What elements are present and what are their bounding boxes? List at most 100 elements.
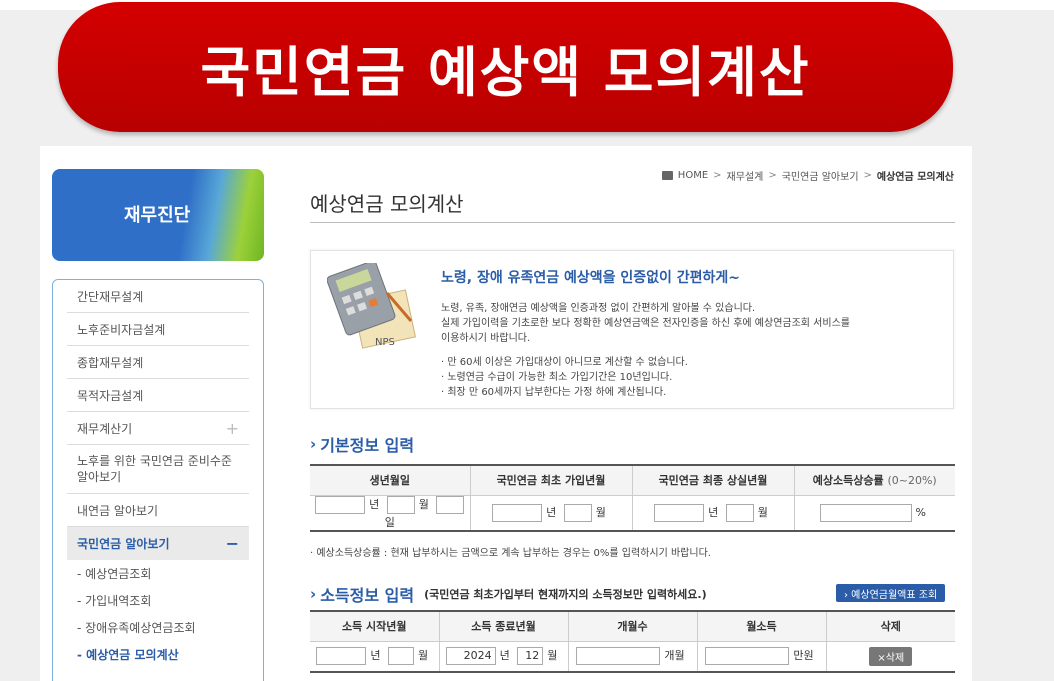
- sidebar-item-label: 노후를 위한 국민연금 준비수준 알아보기: [77, 454, 232, 484]
- sidebar-item-label: 재무계산기: [77, 421, 133, 436]
- first-join-year-input[interactable]: [492, 503, 543, 522]
- birth-year-input[interactable]: [315, 495, 366, 514]
- basic-heading-text: 기본정보 입력: [320, 436, 415, 455]
- arrow-right-icon: ›: [310, 585, 317, 603]
- birth-day-input[interactable]: [436, 495, 465, 514]
- sidebar-subitem-simulation[interactable]: - 예상연금 모의계산: [67, 641, 249, 668]
- nps-label: NPS: [375, 337, 395, 348]
- income-rate-cell: %: [793, 495, 955, 531]
- sidebar-header: 재무진단: [52, 169, 264, 261]
- income-end-year-input[interactable]: 2024: [445, 647, 496, 666]
- pension-table-button[interactable]: › 예상연금월액표 조회: [836, 584, 946, 602]
- income-end-month-input[interactable]: 12: [517, 647, 544, 666]
- delete-button[interactable]: ×삭제: [869, 646, 913, 666]
- sidebar-subitem-label: - 가입내역조회: [77, 594, 152, 608]
- income-start-cell: 년 월: [310, 641, 439, 672]
- unit-months: 개월: [664, 649, 685, 663]
- info-line2: 실제 가입이력을 기초로한 보다 정확한 예상연금액은 전자인증을 하신 후에 …: [441, 318, 850, 329]
- th-income-start: 소득 시작년월: [310, 611, 439, 642]
- months-cell: 개월: [567, 641, 697, 672]
- income-subheading: (국민연금 최초가입부터 현재까지의 소득정보만 입력하세요.): [424, 588, 707, 601]
- th-last-loss-text: 국민연금 최종 상실년월: [658, 474, 768, 488]
- breadcrumb-separator: >: [768, 170, 777, 181]
- months-input[interactable]: [576, 647, 661, 666]
- sidebar-subitem-expected-pension[interactable]: - 예상연금조회: [67, 560, 249, 587]
- title-banner: 국민연금 예상액 모의계산: [58, 2, 953, 132]
- sidebar-subitem-label: - 예상연금조회: [77, 567, 152, 581]
- basic-info-heading: › 기본정보 입력: [310, 432, 414, 456]
- rate-hint: (0~20%): [887, 474, 937, 488]
- sidebar-item-label: 종합재무설계: [77, 355, 144, 370]
- last-loss-month-input[interactable]: [725, 503, 754, 522]
- breadcrumb-current: 예상연금 모의계산: [876, 172, 954, 183]
- breadcrumb-home[interactable]: HOME: [678, 170, 708, 181]
- breadcrumb-level2[interactable]: 국민연금 알아보기: [782, 168, 859, 183]
- title-divider: [310, 222, 955, 223]
- sidebar-item-label: 목적자금설계: [77, 388, 144, 403]
- info-bullet2: · 노령연금 수급이 가능한 최소 가입기간은 10년입니다.: [441, 372, 673, 383]
- breadcrumb: HOME > 재무설계 > 국민연금 알아보기 > 예상연금 모의계산: [661, 168, 954, 183]
- unit-month: 월: [418, 649, 429, 663]
- collapse-minus-icon[interactable]: −: [226, 534, 239, 553]
- info-bullet3: · 최장 만 60세까지 납부한다는 가정 하에 계산됩니다.: [441, 387, 667, 398]
- calculator-icon: NPS: [327, 263, 416, 349]
- sidebar-item-my-pension[interactable]: 내연금 알아보기: [67, 494, 249, 527]
- page-title: 예상연금 모의계산: [310, 192, 464, 216]
- sidebar-item-simple-plan[interactable]: 간단재무설계: [67, 280, 249, 313]
- income-rate-input[interactable]: [819, 503, 912, 522]
- sidebar-item-national-pension[interactable]: 국민연금 알아보기 −: [67, 527, 249, 560]
- sidebar-item-label: 간단재무설계: [77, 289, 144, 304]
- table-header-row: 생년월일 국민연금 최초 가입년월 국민연금 최종 상실년월 예상소득상승률 (…: [310, 465, 955, 496]
- income-rate-note: · 예상소득상승률 : 현재 납부하시는 금액으로 계속 납부하는 경우는 0%…: [310, 548, 711, 559]
- unit-day: 일: [384, 515, 395, 529]
- income-start-month-input[interactable]: [388, 647, 414, 666]
- th-income-rate: 예상소득상승률 (0~20%): [793, 465, 955, 496]
- sidebar-item-label: 국민연금 알아보기: [77, 537, 170, 551]
- birth-date-cell: 년 월 일: [310, 495, 470, 531]
- unit-month: 월: [595, 505, 606, 519]
- sidebar-subitem-subscription-history[interactable]: - 가입내역조회: [67, 587, 249, 614]
- info-bullet1: · 만 60세 이상은 가입대상이 아니므로 계산할 수 없습니다.: [441, 357, 688, 368]
- page-panel: 재무진단 간단재무설계 노후준비자금설계 종합재무설계 목적자금설계 재무계산기…: [40, 146, 972, 681]
- birth-month-input[interactable]: [386, 495, 415, 514]
- info-line1: 노령, 유족, 장애연금 예상액을 인증과정 없이 간편하게 알아볼 수 있습니…: [441, 303, 756, 314]
- basic-info-table: 생년월일 국민연금 최초 가입년월 국민연금 최종 상실년월 예상소득상승률 (…: [310, 464, 955, 532]
- banner-title: 국민연금 예상액 모의계산: [200, 40, 811, 104]
- sidebar-item-retirement-fund[interactable]: 노후준비자금설계: [67, 313, 249, 346]
- last-loss-year-input[interactable]: [654, 503, 705, 522]
- unit-won: 만원: [793, 649, 814, 663]
- breadcrumb-separator: >: [713, 170, 722, 181]
- income-end-cell: 2024 년 12 월: [438, 641, 568, 672]
- th-income-end: 소득 종료년월: [438, 611, 568, 642]
- sidebar-menu: 간단재무설계 노후준비자금설계 종합재무설계 목적자금설계 재무계산기 + 노후를…: [52, 279, 264, 681]
- sidebar-item-total-plan[interactable]: 종합재무설계: [67, 346, 249, 379]
- income-info-heading: › 소득정보 입력 (국민연금 최초가입부터 현재까지의 소득정보만 입력하세요…: [310, 582, 707, 606]
- info-heading: 노령, 장애 유족연금 예상액을 인증없이 간편하게~: [441, 270, 741, 286]
- th-birth-date: 생년월일: [310, 465, 470, 496]
- sidebar-item-calculator[interactable]: 재무계산기 +: [67, 412, 249, 445]
- income-start-year-input[interactable]: [316, 647, 367, 666]
- sidebar-item-pension-readiness[interactable]: 노후를 위한 국민연금 준비수준 알아보기: [67, 445, 249, 494]
- breadcrumb-level1[interactable]: 재무설계: [727, 168, 764, 183]
- th-first-join: 국민연금 최초 가입년월: [469, 465, 632, 496]
- unit-percent: %: [915, 505, 926, 519]
- info-box: NPS 노령, 장애 유족연금 예상액을 인증없이 간편하게~ 노령, 유족, …: [310, 250, 954, 409]
- monthly-income-input[interactable]: [705, 647, 790, 666]
- table-row: 년 월 2024 년 12 월 개월 만원 ×삭제: [310, 641, 955, 672]
- sidebar-subitem-disability-survivor[interactable]: - 장애유족예상연금조회: [67, 614, 249, 641]
- first-join-month-input[interactable]: [563, 503, 592, 522]
- sidebar-item-label: 내연금 알아보기: [77, 503, 159, 518]
- monthly-income-cell: 만원: [696, 641, 826, 672]
- breadcrumb-separator: >: [863, 170, 872, 181]
- home-icon[interactable]: [661, 171, 673, 180]
- income-info-table: 소득 시작년월 소득 종료년월 개월수 월소득 삭제 년 월 2024 년 12 월…: [310, 610, 955, 673]
- expand-plus-icon[interactable]: +: [226, 419, 239, 438]
- unit-month: 월: [418, 497, 429, 511]
- info-line3: 이용하시기 바랍니다.: [441, 333, 531, 344]
- sidebar-item-purpose-fund[interactable]: 목적자금설계: [67, 379, 249, 412]
- table-row: 년 월 일 년 월 년 월 %: [310, 495, 955, 531]
- th-monthly-income: 월소득: [696, 611, 826, 642]
- unit-year: 년: [499, 649, 510, 663]
- last-loss-cell: 년 월: [631, 495, 794, 531]
- sidebar-heading: 재무진단: [124, 205, 191, 226]
